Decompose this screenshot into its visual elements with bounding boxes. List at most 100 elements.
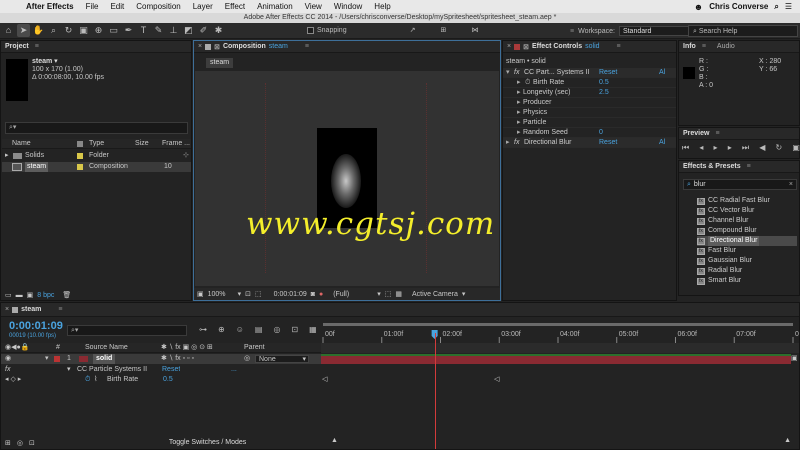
effects-search-input[interactable]: ⌕ blur ×	[683, 179, 797, 190]
next-frame-icon[interactable]: ▸	[728, 143, 732, 155]
expand-arrow-icon[interactable]: ▸	[517, 108, 521, 118]
layer-name[interactable]: solid	[93, 354, 116, 364]
transparency-grid-icon[interactable]: ▦	[395, 290, 402, 298]
av-features-icon[interactable]: ◉◀●🔒	[5, 343, 29, 353]
effect-reset[interactable]: Reset	[162, 365, 180, 375]
timeline-zoom-slider[interactable]: ▲ ▲	[331, 437, 791, 446]
snapping-checkbox[interactable]	[307, 26, 314, 34]
collapse-arrow-icon[interactable]: ▾	[506, 68, 510, 78]
composition-subtab[interactable]: steam	[206, 58, 234, 68]
menu-composition[interactable]: Composition	[130, 2, 186, 11]
list-item[interactable]: fx Directional Blur	[697, 236, 797, 246]
effect-row[interactable]: fx ▾ CC Particle Systems II Reset ...	[1, 365, 321, 375]
close-icon[interactable]: ×	[5, 306, 9, 313]
list-item[interactable]: fx Compound Blur	[697, 226, 797, 236]
audio-icon[interactable]: ◀	[759, 143, 765, 155]
rotate-tool-icon[interactable]: ↻	[62, 24, 75, 37]
rectangle-tool-icon[interactable]: ▭	[107, 24, 120, 37]
menu-edit[interactable]: Edit	[104, 2, 130, 11]
motion-blur-icon[interactable]: ◎	[273, 325, 280, 334]
expand-arrow-icon[interactable]: ▸	[5, 151, 9, 161]
comp-mini-flowchart-icon[interactable]: ⊶	[199, 325, 207, 334]
puppet-tool-icon[interactable]: ✱	[212, 24, 225, 37]
keyframe-end-icon[interactable]: ◁	[494, 375, 499, 385]
new-composition-icon[interactable]: ▣	[27, 291, 34, 299]
fx-icon[interactable]: fx	[514, 138, 519, 148]
trash-icon[interactable]: 🗑	[62, 291, 71, 299]
draft-3d-icon[interactable]: ⊕	[218, 325, 225, 334]
menu-app[interactable]: After Effects	[20, 2, 80, 11]
lock-icon[interactable]	[514, 43, 521, 50]
project-search-input[interactable]: ⌕▾	[5, 122, 188, 134]
effect-reset-link[interactable]: Reset	[599, 138, 617, 148]
search-help-input[interactable]: ⌕ Search Help	[688, 25, 798, 37]
eraser-tool-icon[interactable]: ◩	[182, 24, 195, 37]
layer-duration-bar[interactable]	[321, 354, 791, 364]
effect-property-row[interactable]: ▸ Physics	[503, 108, 676, 118]
effect-row[interactable]: ▸ fx Directional Blur Reset Al	[503, 138, 676, 148]
info-tab[interactable]: Info ≡ Audio	[679, 41, 799, 53]
distribute-icon[interactable]: ⋈	[471, 26, 478, 34]
channel-icon[interactable]: ●	[319, 291, 323, 298]
pickwhip-icon[interactable]: ◎	[244, 354, 250, 364]
clear-search-icon[interactable]: ×	[789, 181, 796, 188]
list-item[interactable]: fx Smart Blur	[697, 276, 797, 286]
menu-help[interactable]: Help	[368, 2, 396, 11]
expand-stretch-icon[interactable]: ⊡	[29, 439, 35, 447]
workspace-menu-icon[interactable]: ≡	[570, 28, 574, 35]
label-swatch[interactable]	[77, 164, 83, 170]
type-tool-icon[interactable]: T	[137, 24, 150, 37]
property-value[interactable]: 0.5	[163, 375, 173, 385]
composition-tab[interactable]: × ⊠ Composition steam ≡	[194, 41, 500, 53]
column-frame[interactable]: Frame ...	[162, 139, 190, 149]
effect-property-value[interactable]: 0.5	[599, 78, 609, 88]
close-icon[interactable]: ×	[198, 43, 202, 50]
timeline-tab[interactable]: × steam ≡	[1, 303, 799, 317]
label-swatch[interactable]	[77, 153, 83, 159]
menu-layer[interactable]: Layer	[187, 2, 219, 11]
user-name[interactable]: Chris Converse	[709, 2, 768, 11]
timecode-display[interactable]: 0:00:01:09	[274, 291, 307, 298]
close-icon[interactable]: ×	[507, 43, 511, 50]
graph-icon[interactable]: ⌇	[94, 375, 97, 385]
frame-blending-icon[interactable]: ▤	[255, 325, 263, 334]
menu-effect[interactable]: Effect	[219, 2, 251, 11]
effect-about-link[interactable]: Al	[659, 138, 665, 148]
label-swatch[interactable]	[54, 356, 60, 362]
panel-menu-icon[interactable]: ≡	[305, 43, 309, 50]
effect-name[interactable]: CC Particle Systems II	[77, 365, 147, 375]
zoom-in-icon[interactable]: ▲	[784, 437, 791, 444]
panel-menu-icon[interactable]: ≡	[58, 306, 62, 313]
menu-view[interactable]: View	[299, 2, 328, 11]
region-of-interest-icon[interactable]: ⬚	[385, 290, 392, 298]
align-icon[interactable]: ⊞	[440, 26, 446, 34]
new-folder-icon[interactable]: ▬	[16, 292, 23, 299]
panel-menu-icon[interactable]: ≡	[702, 43, 706, 50]
parent-dropdown[interactable]: None ▾	[255, 355, 309, 363]
fx-icon[interactable]: fx	[5, 365, 10, 375]
first-frame-icon[interactable]: ⏮	[682, 143, 689, 155]
selection-tool-icon[interactable]: ➤	[17, 24, 30, 37]
layer-row[interactable]: ◉ ▾ 1 solid ✱ ∖ fx ▫ ▫ ▫ ◎ None ▾	[1, 354, 321, 364]
preview-tab[interactable]: Preview ≡	[679, 128, 799, 140]
brainstorm-icon[interactable]: ▦	[309, 325, 317, 334]
interpret-footage-icon[interactable]: ▭	[5, 291, 12, 299]
expand-modes-icon[interactable]: ◎	[17, 439, 23, 447]
zoom-out-icon[interactable]: ▲	[331, 437, 338, 444]
prev-frame-icon[interactable]: ◂	[699, 143, 703, 155]
camera-snapshot-icon[interactable]: ◙	[311, 291, 315, 298]
effect-reset-link[interactable]: Reset	[599, 68, 617, 78]
user-icon[interactable]: ☻	[694, 2, 703, 12]
lock-icon[interactable]	[205, 43, 212, 50]
snapping-control[interactable]: Snapping ↗ ⊞ ⋈	[307, 26, 478, 34]
pan-behind-tool-icon[interactable]: ⊕	[92, 24, 105, 37]
brush-tool-icon[interactable]: ✎	[152, 24, 165, 37]
expand-arrow-icon[interactable]: ▸	[517, 98, 521, 108]
play-icon[interactable]: ▸	[714, 143, 718, 155]
expand-arrow-icon[interactable]: ▸	[517, 78, 521, 88]
toggle-switches-button[interactable]: Toggle Switches / Modes	[169, 439, 246, 446]
expand-arrow-icon[interactable]: ▾	[67, 365, 71, 375]
work-area-bar[interactable]	[321, 343, 799, 353]
panel-menu-icon[interactable]: ≡	[747, 163, 751, 170]
table-row[interactable]: steam Composition 10	[2, 162, 191, 172]
